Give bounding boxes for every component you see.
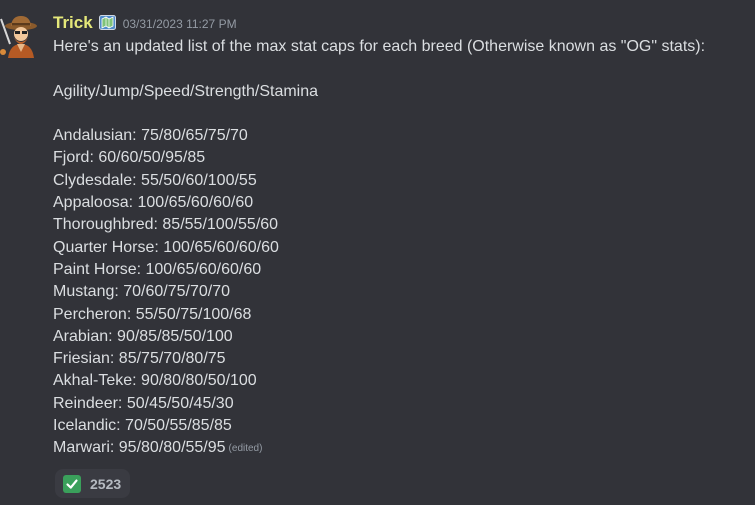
stat-order-text: Agility/Jump/Speed/Strength/Stamina <box>53 82 319 100</box>
chat-message: Trick 03/31/2023 11:27 PM Here's an upda… <box>0 0 755 505</box>
breed-line: Friesian: 85/75/70/80/75 <box>53 350 226 368</box>
user-avatar[interactable] <box>0 14 40 58</box>
breed-line: Percheron: 55/50/75/100/68 <box>53 305 252 323</box>
map-icon[interactable] <box>98 14 116 30</box>
reaction-button[interactable]: 2523 <box>55 469 130 498</box>
breed-line: Akhal-Teke: 90/80/80/50/100 <box>53 372 257 390</box>
breed-line: Thoroughbred: 85/55/100/55/60 <box>53 216 279 234</box>
message-timestamp[interactable]: 03/31/2023 11:27 PM <box>123 17 237 31</box>
breed-line: Arabian: 90/85/85/50/100 <box>53 327 233 345</box>
breed-line-text: Marwari: 95/80/80/55/95 <box>53 439 226 457</box>
breed-line-last: Marwari: 95/80/80/55/95 (edited) <box>53 437 745 459</box>
intro-text: Here's an updated list of the max stat c… <box>53 38 706 55</box>
breed-line: Mustang: 70/60/75/70/70 <box>53 283 231 301</box>
breed-line: Andalusian: 75/80/65/75/70 <box>53 127 248 145</box>
message-header: Trick 03/31/2023 11:27 PM <box>53 12 745 34</box>
breed-line: Appaloosa: 100/65/60/60/60 <box>53 194 254 212</box>
breed-line: Fjord: 60/60/50/95/85 <box>53 149 206 167</box>
breed-line: Quarter Horse: 100/65/60/60/60 <box>53 238 279 256</box>
reaction-count: 2523 <box>90 475 122 492</box>
breed-line: Clydesdale: 55/50/60/100/55 <box>53 171 257 189</box>
message-body: Here's an updated list of the max stat c… <box>53 36 745 460</box>
username[interactable]: Trick <box>53 13 93 33</box>
edited-label[interactable]: (edited) <box>229 443 263 454</box>
breed-line: Reindeer: 50/45/50/45/30 <box>53 394 234 412</box>
breed-line: Icelandic: 70/50/55/85/85 <box>53 417 232 435</box>
cowboy-avatar-icon <box>0 16 37 58</box>
check-mark-icon <box>63 474 81 493</box>
breed-line: Paint Horse: 100/65/60/60/60 <box>53 260 262 278</box>
